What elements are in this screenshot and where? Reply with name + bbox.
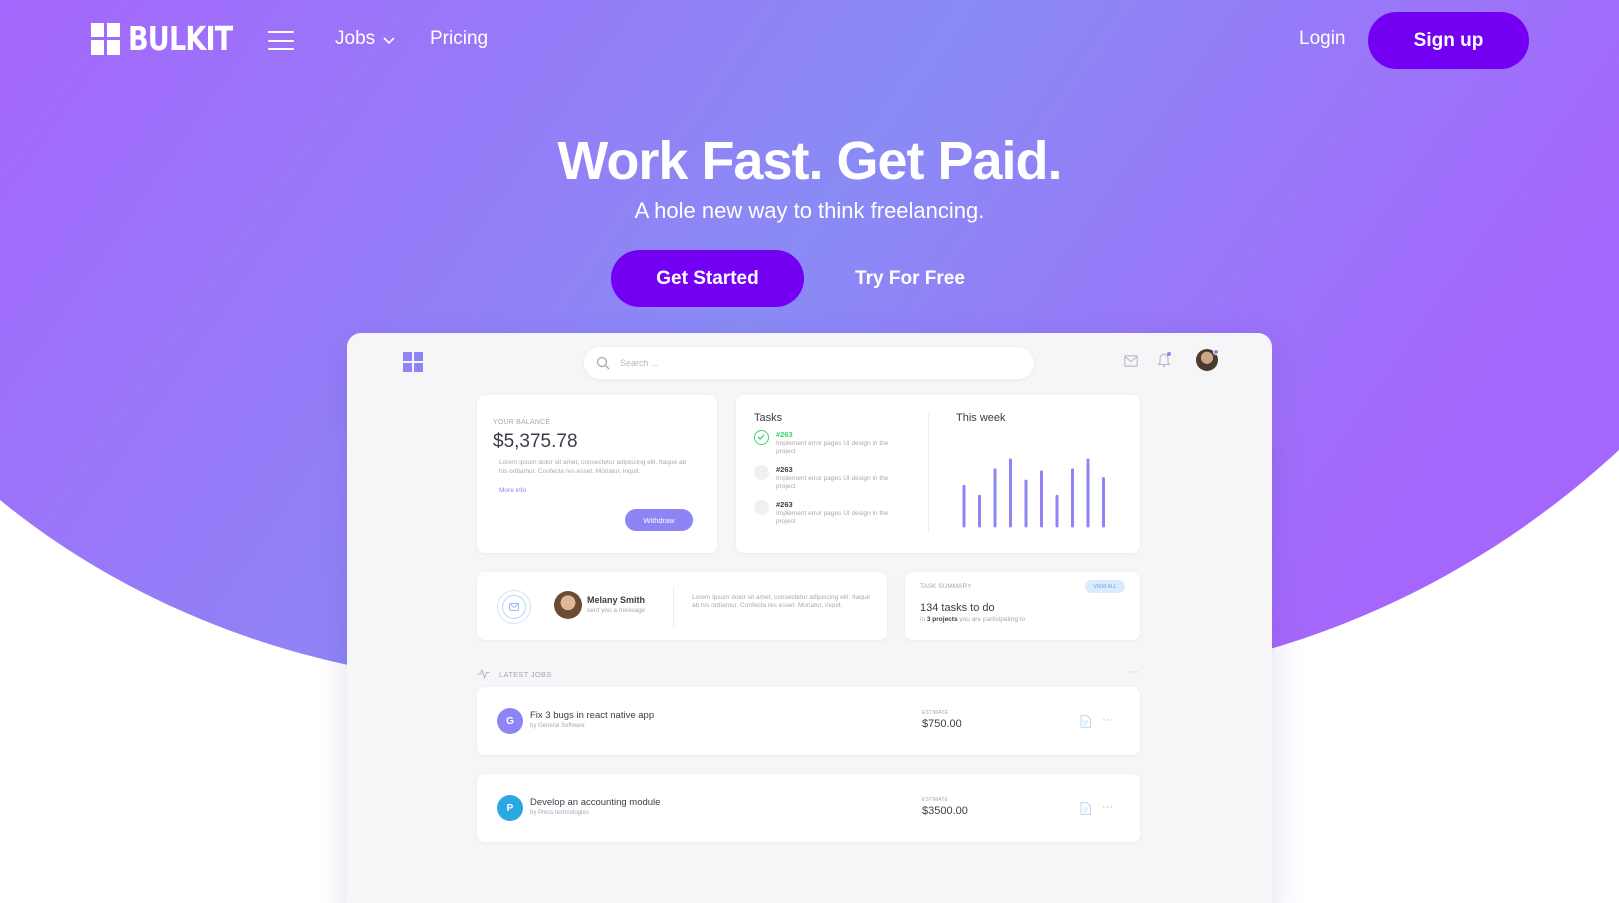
- navbar: BULKIT Jobs Pricing Login Sign up: [0, 0, 1619, 80]
- dashboard-preview: Search ... YOUR BALANCE $5,375.78 Lorem …: [347, 333, 1272, 903]
- balance-label: YOUR BALANCE: [493, 419, 551, 426]
- search-icon: [596, 356, 610, 370]
- task-summary-value: 134 tasks to do: [920, 602, 995, 614]
- status-dot: [1213, 349, 1219, 355]
- try-for-free-button[interactable]: Try For Free: [855, 268, 965, 290]
- estimate-value: $3500.00: [922, 805, 968, 817]
- message-subtitle: sent you a message: [587, 607, 646, 614]
- job-title: Fix 3 bugs in react native app: [530, 710, 655, 721]
- this-week-title: This week: [956, 412, 1006, 424]
- task-description: Implement error pages UI design in the p…: [776, 440, 889, 455]
- nav-jobs-label: Jobs: [335, 28, 376, 49]
- search-placeholder: Search ...: [620, 358, 659, 368]
- task-pending-icon: [754, 465, 769, 480]
- nav-jobs-dropdown[interactable]: Jobs: [335, 28, 395, 50]
- message-text: Lorem ipsum dolor sit amet, consectetur …: [692, 594, 871, 609]
- activity-icon: [477, 669, 490, 679]
- menu-icon[interactable]: [268, 31, 294, 50]
- sender-avatar: [554, 591, 582, 619]
- job-company: by Press technologies: [530, 810, 589, 816]
- landing-page: BULKIT Jobs Pricing Login Sign up Work F…: [0, 0, 1619, 903]
- estimate-value: $750.00: [922, 718, 962, 730]
- logo-grid-icon: [91, 22, 120, 55]
- document-icon: [1080, 802, 1091, 815]
- tasks-divider: [928, 413, 929, 533]
- tasks-card: Tasks #263 Implement error pages UI desi…: [736, 395, 1140, 553]
- mail-icon: [1124, 355, 1138, 367]
- more-options-icon: ···: [1127, 666, 1138, 678]
- message-card: Melany Smith sent you a message Lorem ip…: [477, 572, 887, 640]
- task-number: #263: [776, 500, 793, 509]
- hero-subtitle: A hole new way to think freelancing.: [634, 198, 985, 223]
- estimate-label: ESTIMATE: [922, 797, 949, 803]
- job-row: G Fix 3 bugs in react native app by Gene…: [477, 687, 1140, 755]
- login-link[interactable]: Login: [1299, 28, 1346, 50]
- task-pending-icon: [754, 500, 769, 515]
- sender-name: Melany Smith: [587, 595, 646, 605]
- task-summary-card: TASK SUMMARY VIEW ALL 134 tasks to do in…: [905, 572, 1140, 640]
- dashboard-search-bar: Search ...: [584, 347, 1034, 379]
- job-company: by General Software: [530, 723, 585, 729]
- more-info-link: More info: [499, 487, 527, 494]
- tasks-title: Tasks: [754, 412, 783, 424]
- signup-button[interactable]: Sign up: [1368, 12, 1529, 69]
- get-started-button[interactable]: Get Started: [611, 250, 804, 307]
- chevron-down-icon: [383, 36, 395, 44]
- job-row: P Develop an accounting module by Press …: [477, 774, 1140, 842]
- task-description: Implement error pages UI design in the p…: [776, 510, 889, 525]
- message-divider: [673, 586, 674, 628]
- this-week-bar-chart: [962, 458, 1105, 528]
- balance-value: $5,375.78: [493, 431, 578, 452]
- summary-text-post: you are participating to: [959, 616, 1026, 623]
- job-title: Develop an accounting module: [530, 797, 661, 808]
- bell-icon: [1157, 352, 1171, 368]
- dashboard-logo-icon: [403, 352, 423, 372]
- brand-name: BULKIT: [128, 19, 233, 58]
- balance-description: Lorem ipsum dolor sit amet, consectetur …: [499, 459, 687, 475]
- task-summary-label: TASK SUMMARY: [920, 583, 972, 590]
- document-icon: [1080, 715, 1091, 728]
- nav-pricing-link[interactable]: Pricing: [430, 28, 488, 50]
- task-number: #263: [776, 430, 793, 439]
- job-more-icon: ···: [1102, 714, 1113, 726]
- balance-card: YOUR BALANCE $5,375.78 Lorem ipsum dolor…: [477, 395, 717, 553]
- withdraw-button: Withdraw: [625, 509, 693, 531]
- task-done-icon: [754, 430, 769, 445]
- view-all-badge: VIEW ALL: [1085, 580, 1125, 593]
- task-summary-text: in 3 projects you are participating to: [920, 616, 1025, 623]
- estimate-label: ESTIMATE: [922, 710, 949, 716]
- brand-logo[interactable]: BULKIT: [91, 22, 255, 55]
- hero-title: Work Fast. Get Paid.: [557, 131, 1062, 191]
- job-more-icon: ···: [1102, 801, 1113, 813]
- task-number: #263: [776, 465, 793, 474]
- message-ring-icon: [497, 590, 531, 624]
- company-avatar: G: [497, 708, 523, 734]
- summary-text-bold: 3 projects: [926, 616, 958, 623]
- task-description: Implement error pages UI design in the p…: [776, 475, 889, 490]
- summary-text-pre: in: [920, 616, 926, 623]
- company-avatar: P: [497, 795, 523, 821]
- latest-jobs-label: LATEST JOBS: [499, 670, 552, 679]
